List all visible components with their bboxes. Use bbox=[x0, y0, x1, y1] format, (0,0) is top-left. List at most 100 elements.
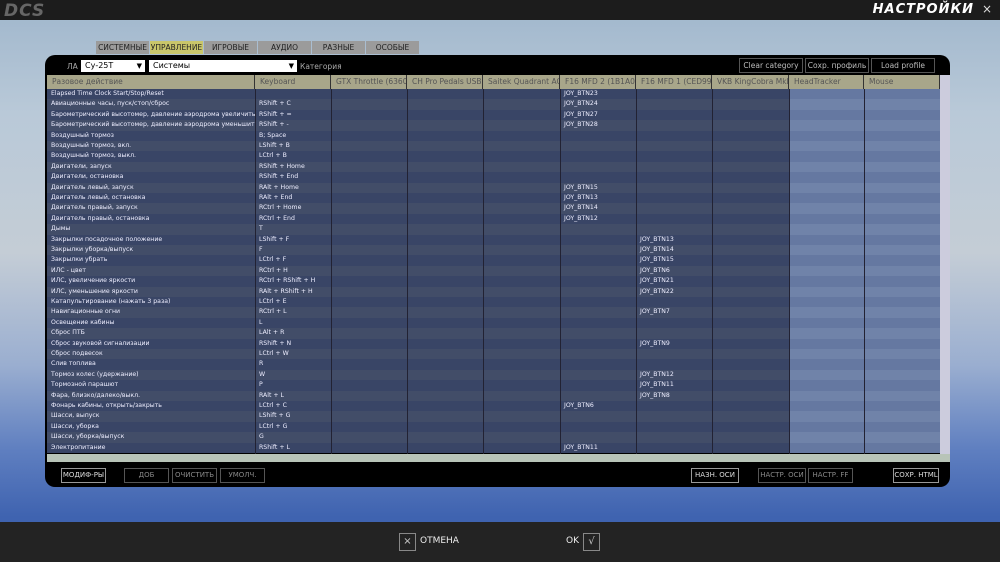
category-select[interactable]: Системы ▼ bbox=[149, 60, 297, 72]
binding-cell[interactable] bbox=[331, 120, 407, 131]
binding-cell[interactable]: JOY_BTN6 bbox=[636, 265, 712, 277]
binding-cell[interactable] bbox=[331, 99, 407, 110]
binding-cell[interactable] bbox=[864, 276, 940, 287]
binding-cell[interactable] bbox=[864, 317, 940, 329]
binding-cell[interactable] bbox=[864, 99, 940, 110]
binding-cell[interactable]: RCtrl + End bbox=[255, 213, 331, 225]
binding-cell[interactable] bbox=[864, 286, 940, 297]
binding-cell[interactable] bbox=[789, 390, 864, 401]
table-row[interactable]: ИЛС, увеличение яркости RCtrl + RShift + … bbox=[47, 276, 940, 287]
binding-cell[interactable] bbox=[864, 328, 940, 339]
binding-cell[interactable]: LAlt + R bbox=[255, 328, 331, 339]
column-header[interactable]: VKB KingCobra MkII bbox=[712, 75, 789, 89]
tab-2[interactable]: ИГРОВЫЕ bbox=[204, 41, 257, 54]
binding-cell[interactable] bbox=[789, 89, 864, 100]
binding-cell[interactable] bbox=[789, 172, 864, 183]
binding-cell[interactable] bbox=[331, 234, 407, 245]
binding-cell[interactable] bbox=[864, 297, 940, 308]
table-row[interactable]: Тормозной парашют P JOY_BTN11 bbox=[47, 380, 940, 391]
binding-cell[interactable] bbox=[331, 421, 407, 433]
binding-cell[interactable] bbox=[407, 234, 483, 245]
binding-cell[interactable] bbox=[407, 213, 483, 225]
binding-cell[interactable] bbox=[636, 297, 712, 308]
binding-cell[interactable] bbox=[407, 182, 483, 193]
binding-cell[interactable] bbox=[483, 442, 560, 453]
table-row[interactable]: Слив топлива R bbox=[47, 359, 940, 370]
binding-cell[interactable] bbox=[864, 130, 940, 141]
binding-cell[interactable]: JOY_BTN9 bbox=[636, 338, 712, 349]
binding-cell[interactable] bbox=[789, 286, 864, 297]
binding-cell[interactable] bbox=[636, 421, 712, 433]
binding-cell[interactable]: RAlt + Home bbox=[255, 182, 331, 193]
default-button[interactable]: УМОЛЧ. bbox=[220, 468, 265, 483]
table-row[interactable]: ИЛС - цвет RCtrl + H JOY_BTN6 bbox=[47, 265, 940, 277]
binding-cell[interactable] bbox=[331, 265, 407, 277]
binding-cell[interactable] bbox=[789, 328, 864, 339]
column-header[interactable]: F16 MFD 2 (1B1A03 bbox=[560, 75, 636, 89]
binding-cell[interactable]: JOY_BTN12 bbox=[560, 213, 636, 225]
binding-cell[interactable]: LShift + G bbox=[255, 411, 331, 422]
binding-cell[interactable] bbox=[712, 328, 789, 339]
binding-cell[interactable] bbox=[712, 359, 789, 370]
binding-cell[interactable]: L bbox=[255, 317, 331, 329]
binding-cell[interactable]: RShift + - bbox=[255, 120, 331, 131]
binding-cell[interactable] bbox=[331, 151, 407, 162]
ok-icon[interactable]: √ bbox=[583, 533, 600, 551]
binding-cell[interactable] bbox=[483, 286, 560, 297]
binding-cell[interactable]: JOY_BTN28 bbox=[560, 120, 636, 131]
binding-cell[interactable] bbox=[407, 120, 483, 131]
binding-cell[interactable] bbox=[864, 224, 940, 235]
binding-cell[interactable] bbox=[789, 411, 864, 422]
binding-cell[interactable] bbox=[483, 421, 560, 433]
binding-cell[interactable] bbox=[864, 203, 940, 214]
binding-cell[interactable]: T bbox=[255, 224, 331, 235]
binding-cell[interactable]: RShift + L bbox=[255, 442, 331, 453]
binding-cell[interactable] bbox=[407, 349, 483, 360]
binding-cell[interactable] bbox=[560, 411, 636, 422]
binding-cell[interactable]: JOY_BTN13 bbox=[560, 193, 636, 204]
binding-cell[interactable] bbox=[560, 141, 636, 152]
binding-cell[interactable]: RShift + Home bbox=[255, 161, 331, 173]
binding-cell[interactable] bbox=[483, 380, 560, 391]
binding-cell[interactable] bbox=[789, 99, 864, 110]
binding-cell[interactable] bbox=[483, 130, 560, 141]
table-row[interactable]: ИЛС, уменьшение яркости RAlt + RShift + H… bbox=[47, 286, 940, 297]
binding-cell[interactable] bbox=[864, 380, 940, 391]
binding-cell[interactable] bbox=[789, 265, 864, 277]
binding-cell[interactable] bbox=[483, 297, 560, 308]
binding-cell[interactable] bbox=[712, 411, 789, 422]
binding-cell[interactable] bbox=[789, 338, 864, 349]
binding-cell[interactable] bbox=[483, 151, 560, 162]
binding-cell[interactable]: JOY_BTN8 bbox=[636, 390, 712, 401]
binding-cell[interactable] bbox=[712, 213, 789, 225]
binding-cell[interactable] bbox=[407, 307, 483, 318]
table-row[interactable]: Сброс подвесок LCtrl + W bbox=[47, 349, 940, 360]
binding-cell[interactable]: RAlt + RShift + H bbox=[255, 286, 331, 297]
binding-cell[interactable] bbox=[560, 265, 636, 277]
binding-cell[interactable] bbox=[864, 172, 940, 183]
table-row[interactable]: Дымы T bbox=[47, 224, 940, 235]
binding-cell[interactable] bbox=[712, 369, 789, 381]
table-row[interactable]: Навигационные огни RCtrl + L JOY_BTN7 bbox=[47, 307, 940, 318]
binding-cell[interactable]: LShift + B bbox=[255, 141, 331, 152]
binding-cell[interactable] bbox=[331, 328, 407, 339]
binding-cell[interactable] bbox=[331, 401, 407, 412]
binding-cell[interactable]: JOY_BTN24 bbox=[560, 99, 636, 110]
binding-cell[interactable] bbox=[789, 161, 864, 173]
binding-cell[interactable] bbox=[331, 89, 407, 100]
binding-cell[interactable]: RAlt + End bbox=[255, 193, 331, 204]
binding-cell[interactable] bbox=[712, 255, 789, 266]
binding-cell[interactable] bbox=[560, 255, 636, 266]
binding-cell[interactable] bbox=[636, 89, 712, 100]
axis-tune-button[interactable]: НАСТР. ОСИ bbox=[758, 468, 806, 483]
binding-cell[interactable] bbox=[560, 328, 636, 339]
binding-cell[interactable] bbox=[789, 193, 864, 204]
tab-1[interactable]: УПРАВЛЕНИЕ bbox=[150, 41, 203, 54]
binding-cell[interactable] bbox=[331, 193, 407, 204]
binding-cell[interactable] bbox=[331, 307, 407, 318]
binding-cell[interactable] bbox=[331, 245, 407, 256]
binding-cell[interactable] bbox=[864, 213, 940, 225]
binding-cell[interactable] bbox=[483, 265, 560, 277]
horizontal-scrollbar[interactable] bbox=[47, 454, 950, 462]
binding-cell[interactable] bbox=[407, 255, 483, 266]
